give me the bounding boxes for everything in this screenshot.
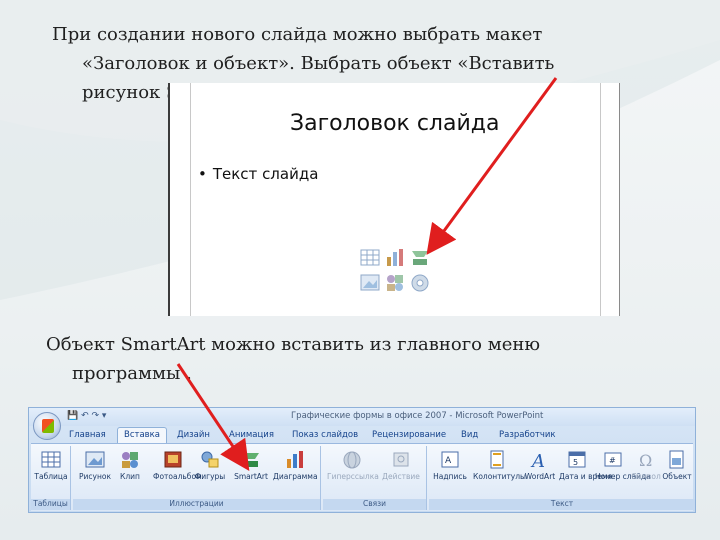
shapes-button-label: Фигуры xyxy=(194,472,226,481)
slide-number-button[interactable]: # Номер слайда xyxy=(595,450,651,481)
group-links: Гиперссылка Действие Связи xyxy=(323,446,427,510)
window-title: Графические формы в офисе 2007 - Microso… xyxy=(291,411,544,421)
window-titlebar: 💾 ↶ ↷ ▾ Графические формы в офисе 2007 -… xyxy=(29,408,695,426)
chart-button[interactable]: Диаграмма xyxy=(273,450,318,481)
chart-icon[interactable] xyxy=(385,248,405,267)
header-footer-button-label: Колонтитулы xyxy=(473,472,526,481)
table-button[interactable]: Таблица xyxy=(31,450,71,481)
omega-icon: Ω xyxy=(639,451,652,469)
globe-icon xyxy=(343,451,361,469)
paragraph1-line1: При создании нового слайда можно выбрать… xyxy=(52,24,543,45)
group-text: A Надпись Колонтитулы A WordArt 5 Дата и… xyxy=(429,446,695,510)
clipart-icon xyxy=(122,452,138,468)
action-button-label: Действие xyxy=(382,472,420,481)
date-time-button[interactable]: 5 Дата и время xyxy=(559,450,613,481)
svg-text:5: 5 xyxy=(573,458,578,467)
group-tables-label: Таблицы xyxy=(31,499,70,510)
slide-bullet-text: Текст слайда xyxy=(212,165,319,183)
content-placeholder-icons xyxy=(360,248,432,298)
picture-button[interactable]: Рисунок xyxy=(75,450,115,481)
action-button[interactable]: Действие xyxy=(379,450,423,481)
tab-design[interactable]: Дизайн xyxy=(177,428,210,443)
quick-access-toolbar[interactable]: 💾 ↶ ↷ ▾ xyxy=(67,411,106,421)
smartart-button[interactable]: SmartArt xyxy=(231,450,271,481)
symbol-button-label: Символ xyxy=(631,472,661,481)
svg-text:#: # xyxy=(609,456,616,465)
photo-album-button-label: Фотоальбом xyxy=(153,472,202,481)
symbol-button[interactable]: Ω Символ xyxy=(631,450,661,481)
shapes-icon xyxy=(201,451,219,468)
slide-number-button-label: Номер слайда xyxy=(595,472,651,481)
action-icon xyxy=(393,452,409,467)
photo-album-icon xyxy=(164,451,182,468)
tab-insert[interactable]: Вставка xyxy=(117,427,168,444)
photo-album-button[interactable]: Фотоальбом xyxy=(153,450,202,481)
paragraph2-line2: программы . xyxy=(72,363,192,384)
header-footer-button[interactable]: Колонтитулы xyxy=(473,450,526,481)
paragraph2-line1: Объект SmartArt можно вставить из главно… xyxy=(46,334,541,355)
textbox-icon: A xyxy=(441,451,459,468)
slide-bullet[interactable]: • Текст слайда xyxy=(198,165,318,183)
hyperlink-button[interactable]: Гиперссылка xyxy=(327,450,379,481)
media-icon[interactable] xyxy=(410,273,430,292)
smartart-button-label: SmartArt xyxy=(234,472,268,481)
tab-review[interactable]: Рецензирование xyxy=(372,428,446,443)
hyperlink-button-label: Гиперссылка xyxy=(327,472,379,481)
object-icon xyxy=(669,450,684,469)
textbox-button[interactable]: A Надпись xyxy=(431,450,469,481)
calendar-icon: 5 xyxy=(568,451,586,468)
clip-button[interactable]: Клип xyxy=(113,450,147,481)
table-icon[interactable] xyxy=(360,248,380,267)
header-footer-icon xyxy=(490,450,504,469)
picture-icon[interactable] xyxy=(360,273,380,292)
clip-button-label: Клип xyxy=(120,472,140,481)
paragraph1-line2: «Заголовок и объект». Выбрать объект «Вс… xyxy=(82,53,555,74)
tab-view[interactable]: Вид xyxy=(461,428,478,443)
slide-title[interactable]: Заголовок слайда xyxy=(290,111,499,136)
group-illustrations: Рисунок Клип Фотоальбом Фигуры SmartArt … xyxy=(73,446,321,510)
object-button[interactable]: Объект xyxy=(661,450,693,481)
svg-text:A: A xyxy=(445,456,452,466)
picture-button-label: Рисунок xyxy=(79,472,111,481)
smartart-icon xyxy=(243,453,259,467)
slide-guide-left xyxy=(190,83,191,316)
table-icon xyxy=(41,451,61,468)
ribbon-body: Таблица Таблицы Рисунок Клип Фотоальбом … xyxy=(31,443,695,511)
paragraph-menu-instructions: Объект SmartArt можно вставить из главно… xyxy=(46,330,696,388)
date-time-button-label: Дата и время xyxy=(559,472,613,481)
svg-text:A: A xyxy=(530,451,545,469)
chart-button-label: Диаграмма xyxy=(273,472,318,481)
wordart-button[interactable]: A WordArt xyxy=(523,450,557,481)
group-tables: Таблица Таблицы xyxy=(31,446,71,510)
ribbon-tabs: Главная Вставка Дизайн Анимация Показ сл… xyxy=(29,426,695,444)
shapes-button[interactable]: Фигуры xyxy=(193,450,227,481)
wordart-icon: A xyxy=(530,451,545,469)
group-text-label: Текст xyxy=(429,499,695,510)
object-button-label: Объект xyxy=(662,472,692,481)
group-illustrations-label: Иллюстрации xyxy=(73,499,320,510)
picture-icon xyxy=(85,451,105,468)
clipart-icon[interactable] xyxy=(385,273,405,292)
powerpoint-ribbon: 💾 ↶ ↷ ▾ Графические формы в офисе 2007 -… xyxy=(28,407,696,513)
smartart-icon[interactable] xyxy=(410,248,430,267)
chart-icon xyxy=(287,451,303,468)
tab-home[interactable]: Главная xyxy=(69,428,106,443)
wordart-button-label: WordArt xyxy=(524,472,556,481)
tab-slideshow[interactable]: Показ слайдов xyxy=(292,428,358,443)
group-links-label: Связи xyxy=(323,499,426,510)
tab-developer[interactable]: Разработчик xyxy=(499,428,556,443)
tab-animation[interactable]: Анимация xyxy=(229,428,274,443)
textbox-button-label: Надпись xyxy=(433,472,467,481)
slide-guide-right xyxy=(600,83,601,316)
table-button-label: Таблица xyxy=(34,472,68,481)
slide-number-icon: # xyxy=(604,452,622,467)
slide-preview: Заголовок слайда • Текст слайда xyxy=(168,83,620,316)
svg-text:Ω: Ω xyxy=(639,451,652,469)
